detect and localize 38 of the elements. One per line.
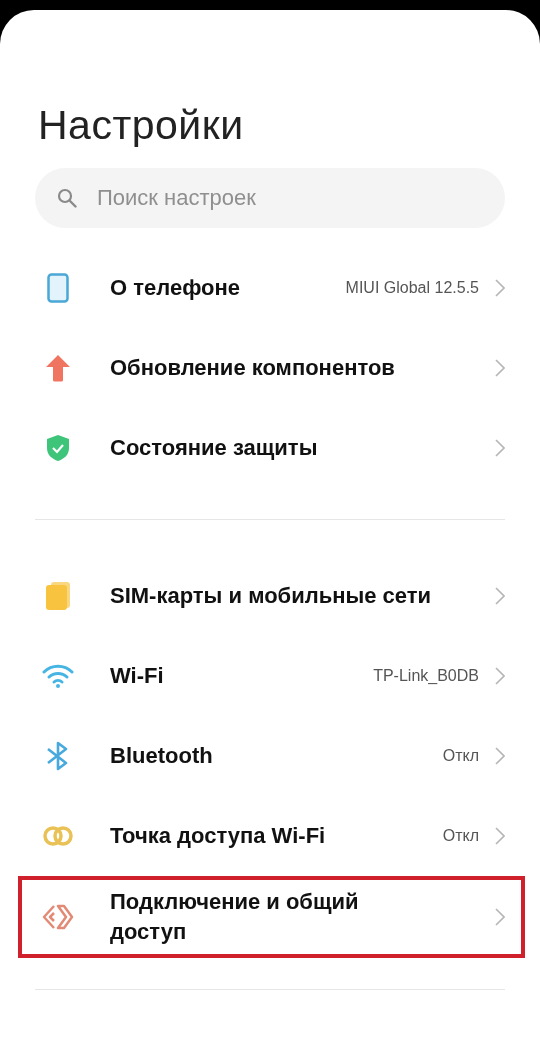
item-value: Откл	[442, 827, 479, 845]
settings-item[interactable]: Подключение и общий доступ	[18, 876, 525, 958]
chevron-right-icon	[495, 439, 505, 457]
chevron-right-icon	[495, 827, 505, 845]
item-value: TP-Link_B0DB	[373, 667, 479, 685]
item-value: Откл	[442, 747, 479, 765]
settings-item[interactable]: Состояние защиты	[18, 408, 525, 488]
chevron-right-icon	[495, 359, 505, 377]
bluetooth-icon	[46, 741, 70, 771]
sim-card-icon	[45, 581, 71, 611]
item-label: О телефоне	[110, 274, 242, 302]
item-label: Bluetooth	[110, 742, 214, 770]
chevron-right-icon	[495, 667, 505, 685]
settings-item[interactable]: О телефоне MIUI Global 12.5.5	[18, 248, 525, 328]
arrow-up-icon	[45, 354, 71, 382]
item-label: Состояние защиты	[110, 434, 319, 462]
search-field[interactable]: Поиск настроек	[35, 168, 505, 228]
settings-item[interactable]: Bluetooth Откл	[18, 716, 525, 796]
settings-item[interactable]: Wi-Fi TP-Link_B0DB	[18, 636, 525, 716]
settings-item[interactable]: SIM-карты и мобильные сети	[18, 556, 525, 636]
item-label: Точка доступа Wi-Fi	[110, 822, 327, 850]
item-label: Обновление компонентов	[110, 354, 396, 382]
page-title: Настройки	[38, 102, 245, 148]
item-label: Подключение и общий доступ	[110, 888, 360, 946]
settings-item[interactable]: Точка доступа Wi-Fi Откл	[18, 796, 525, 876]
chevron-right-icon	[495, 908, 505, 926]
diamond-arrows-icon	[42, 903, 74, 931]
shield-check-icon	[46, 434, 70, 462]
item-value: MIUI Global 12.5.5	[345, 279, 479, 297]
phone-icon	[47, 273, 69, 303]
item-label: Wi-Fi	[110, 662, 165, 690]
chevron-right-icon	[495, 587, 505, 605]
chevron-right-icon	[495, 279, 505, 297]
wifi-icon	[42, 664, 74, 688]
linked-rings-icon	[42, 825, 74, 847]
item-label: SIM-карты и мобильные сети	[110, 582, 433, 610]
settings-item[interactable]: Обновление компонентов	[18, 328, 525, 408]
chevron-right-icon	[495, 747, 505, 765]
